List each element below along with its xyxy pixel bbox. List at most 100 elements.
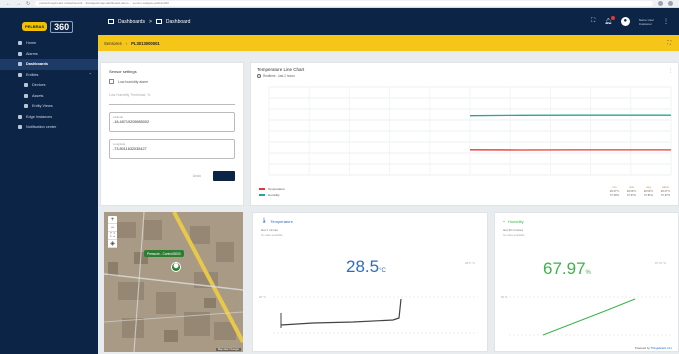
humidity-side-value: 67.97 % (654, 261, 666, 265)
sidebar-item-notification-center[interactable]: Notification center (0, 122, 98, 133)
zoom-out-button[interactable]: − (108, 224, 117, 232)
save-button[interactable] (213, 171, 235, 181)
user-info[interactable]: Nome User Customer (639, 18, 654, 26)
map-widget[interactable]: + − ⛶ ◈ Pressure - Controll3000 ⬤ Map da… (104, 212, 243, 352)
state-current: PL3013000001 (131, 40, 160, 46)
expand-icon[interactable]: ⛶ (667, 40, 671, 46)
chart-title: Temperature Line Chart (257, 67, 305, 72)
browser-toolbar: ← → ↻ portal.thingsboard.io/dashboard/..… (0, 0, 679, 8)
temperature-subtitle-2: No data available (261, 233, 283, 237)
powered-by-link[interactable]: Thingsboard v3.x (651, 346, 672, 350)
longitude-value: -73.8011632035427 (113, 147, 147, 151)
map-zoom-controls: + − ⛶ ◈ (108, 216, 117, 248)
sidebar-item-label: Assets (32, 93, 44, 98)
fullscreen-icon[interactable]: ⛶ (591, 18, 595, 25)
sidebar-item-entity-views[interactable]: Entity Views (0, 101, 98, 112)
crumb-separator: > (148, 18, 152, 25)
more-vert-icon[interactable]: ⋮ (668, 68, 673, 74)
legend-item[interactable]: Temperature (259, 187, 285, 191)
legend-item[interactable]: Humidity (259, 193, 285, 197)
fullscreen-map-button[interactable]: ⛶ (108, 232, 117, 240)
extension-icon[interactable] (658, 1, 663, 6)
temperature-value: 28.5 (346, 257, 380, 276)
sidebar-item-label: Dashboards (26, 62, 48, 67)
avatar[interactable]: ● (620, 17, 630, 26)
longitude-field[interactable]: Longitude -73.8011632035427 (109, 139, 235, 159)
checkbox-label: Low humidity alarm (118, 79, 149, 84)
dashboard-icon (155, 19, 162, 24)
timewindow[interactable]: Realtime - last 2 hours (257, 74, 672, 78)
notification-icon[interactable]: 🔔︎ (604, 16, 615, 25)
forward-icon[interactable]: → (16, 1, 21, 7)
chevron-up-icon[interactable]: ⌃ (89, 72, 92, 77)
state-root[interactable]: Sensores (104, 41, 122, 46)
device-icon (24, 83, 28, 88)
address-bar[interactable]: portal.thingsboard.io/dashboard/... tbwi… (35, 1, 653, 6)
low-humidity-checkbox[interactable] (109, 79, 114, 84)
stats-header: max (629, 186, 634, 189)
legend-label: Temperature (268, 187, 285, 191)
stats-header: latest (662, 186, 669, 189)
profile-icon[interactable] (668, 1, 673, 6)
clock-icon (257, 74, 261, 78)
entity-view-icon (24, 104, 28, 109)
reload-icon[interactable]: ↻ (26, 1, 30, 7)
low-humidity-checkbox-row[interactable]: Low humidity alarm (109, 79, 235, 84)
sensor-settings-panel: Sensor settings Low humidity alarm Low H… (100, 62, 244, 206)
sidebar: PELBRAS 360 Home Alarms Dashboards Entities… (0, 8, 98, 354)
stats-cell: 28.47°C (660, 190, 671, 193)
asset-icon (24, 93, 28, 98)
dashboard-icon (18, 62, 22, 67)
sidebar-item-label: Devices (32, 83, 46, 88)
threshold-field[interactable]: Low Humidity Threshold, % (109, 93, 235, 105)
back-icon[interactable]: ← (6, 1, 11, 7)
home-icon (18, 41, 22, 46)
latitude-field[interactable]: Latitude -18.48719205985002 (109, 112, 235, 132)
sidebar-item-label: Alarms (26, 51, 38, 56)
temperature-title: Temperature (270, 218, 293, 224)
entities-icon (18, 72, 22, 77)
stats-header: min (612, 186, 617, 189)
stats-header: avg (646, 186, 651, 189)
map-attribution[interactable]: Map data ©Google (215, 348, 241, 351)
crumb-dashboard[interactable]: Dashboard (166, 19, 190, 25)
notification-badge (610, 16, 615, 20)
chart-stats-table: min max avg latest 28.37°C 28.60°C 28.50°C 28.4… (606, 186, 674, 197)
humidity-unit: % (585, 270, 591, 276)
layers-button[interactable]: ◈ (108, 240, 117, 248)
device-marker-icon[interactable]: ⬤ (171, 262, 181, 272)
settings-title: Sensor settings (109, 69, 137, 74)
sidebar-item-entities[interactable]: Entities ⌃ (0, 70, 98, 81)
legend-swatch (259, 194, 265, 196)
thermometer-icon: 🌡︎ (261, 218, 268, 224)
zoom-in-button[interactable]: + (108, 216, 117, 224)
timewindow-label: Realtime - last 2 hours (263, 74, 295, 78)
sidebar-item-label: Edge Instances (26, 114, 53, 119)
sidebar-item-devices[interactable]: Devices (0, 80, 98, 91)
logo-number: 360 (50, 20, 74, 33)
sidebar-item-dashboards[interactable]: Dashboards (0, 59, 98, 70)
threshold-placeholder: Low Humidity Threshold, % (109, 93, 151, 97)
sidebar-item-edge-instances[interactable]: Edge Instances (0, 112, 98, 123)
logo[interactable]: PELBRAS 360 (0, 8, 98, 38)
temperature-sparkline (273, 296, 478, 334)
humidity-sparkline (509, 296, 673, 336)
stats-cell: 28.37°C (609, 190, 620, 193)
sidebar-item-alarms[interactable]: Alarms (0, 49, 98, 60)
stats-cell: 67.97% (661, 194, 670, 197)
temperature-side-value: 28.5 °C (464, 261, 475, 265)
more-vert-icon[interactable]: ⋮ (663, 18, 669, 25)
user-role: Customer (638, 21, 652, 26)
latitude-label: Latitude (113, 115, 123, 119)
sidebar-item-home[interactable]: Home (0, 38, 98, 49)
logo-badge: PELBRAS (22, 22, 48, 31)
chart-legend: Temperature Humidity (259, 187, 285, 199)
crumb-dashboards[interactable]: Dashboards (118, 19, 145, 25)
undo-button[interactable]: Undo (193, 174, 201, 178)
dashboard-state-bar: Sensores › PL3013000001 ⛶ (98, 35, 679, 51)
map-tooltip: Pressure - Controll3000 (144, 250, 184, 257)
powered-by-prefix: Powered by (635, 346, 650, 350)
sidebar-item-assets[interactable]: Assets (0, 91, 98, 102)
humidity-title: Humidity (508, 218, 524, 224)
stats-cell: 28.60°C (626, 190, 637, 193)
